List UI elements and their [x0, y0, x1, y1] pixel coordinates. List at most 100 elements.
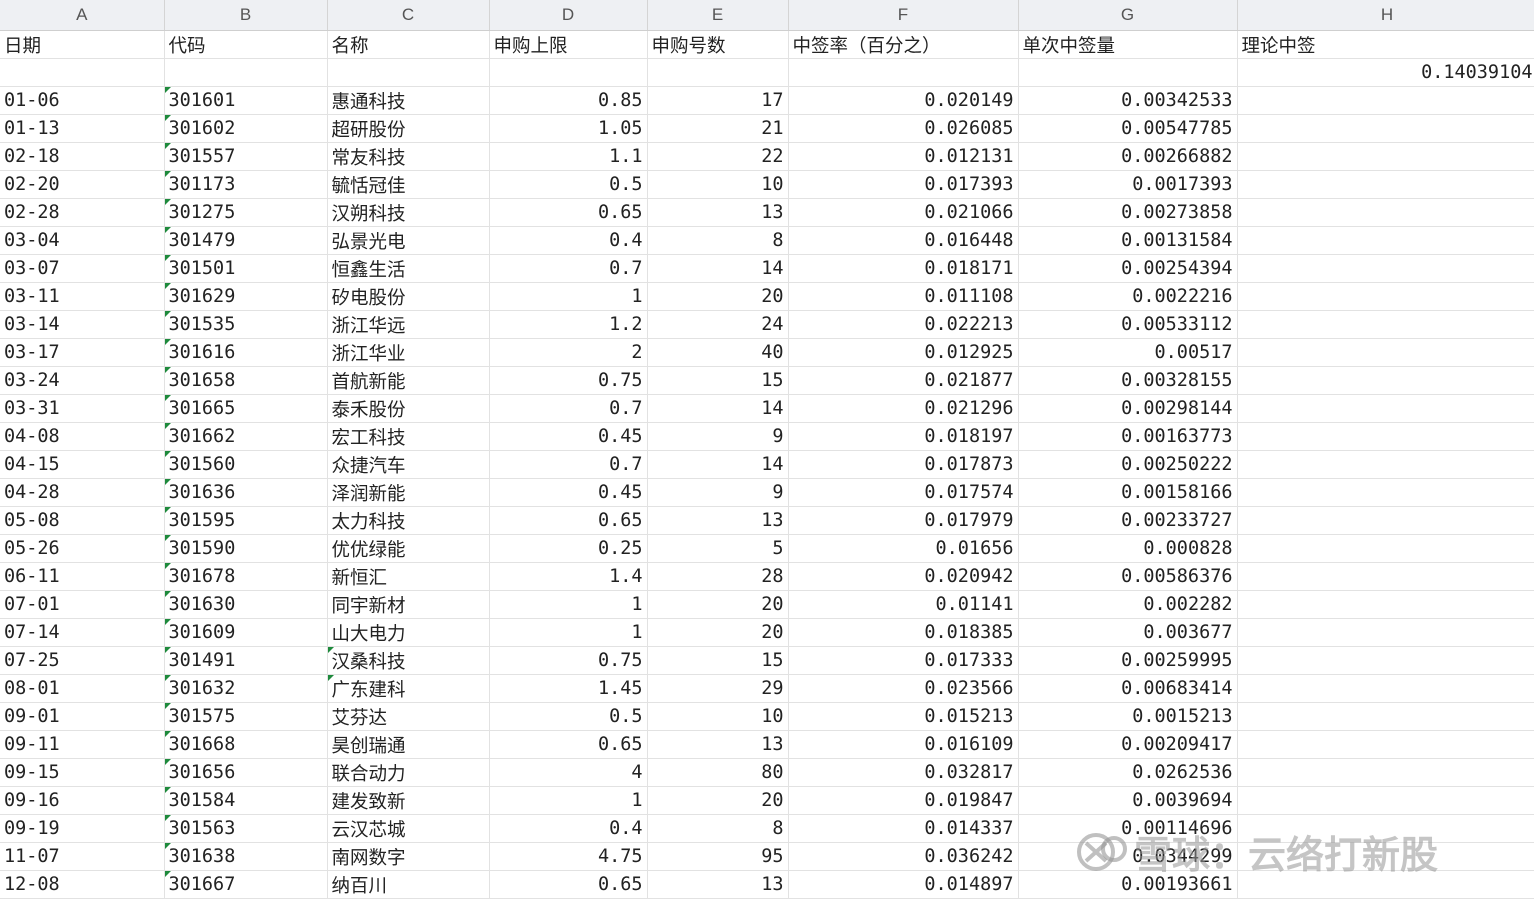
cell-rate[interactable]: 0.018385 [788, 618, 1019, 647]
cell-limit[interactable]: 1 [489, 590, 648, 619]
cell-rate[interactable]: 0.036242 [788, 842, 1019, 871]
cell-single[interactable]: 0.00273858 [1018, 198, 1238, 227]
cell-date[interactable]: 07-25 [0, 646, 165, 675]
cell-limit[interactable]: 0.7 [489, 394, 648, 423]
cell-limit[interactable]: 1 [489, 618, 648, 647]
cell-count[interactable]: 8 [647, 814, 789, 843]
cell-limit[interactable]: 0.75 [489, 646, 648, 675]
cell-code[interactable]: 301595 [164, 506, 328, 535]
cell-code[interactable]: 301557 [164, 142, 328, 171]
cell-limit[interactable]: 2 [489, 338, 648, 367]
cell-limit[interactable]: 0.45 [489, 422, 648, 451]
cell-single[interactable]: 0.003677 [1018, 618, 1238, 647]
cell-date[interactable]: 01-13 [0, 114, 165, 143]
cell-code[interactable]: 301668 [164, 730, 328, 759]
cell-rate[interactable]: 0.01141 [788, 590, 1019, 619]
cell-name[interactable]: 超研股份 [327, 114, 490, 143]
cell-single[interactable]: 0.00517 [1018, 338, 1238, 367]
cell-rate[interactable]: 0.017393 [788, 170, 1019, 199]
cell-code[interactable]: 301560 [164, 450, 328, 479]
cell-empty[interactable] [788, 58, 1019, 87]
cell-code[interactable]: 301658 [164, 366, 328, 395]
cell-limit[interactable]: 0.5 [489, 702, 648, 731]
cell-count[interactable]: 95 [647, 842, 789, 871]
cell-theory[interactable] [1237, 282, 1534, 311]
cell-name[interactable]: 广东建科 [327, 674, 490, 703]
cell-rate[interactable]: 0.021066 [788, 198, 1019, 227]
cell-single[interactable]: 0.00298144 [1018, 394, 1238, 423]
cell-header-rate[interactable]: 中签率（百分之） [788, 30, 1019, 59]
cell-code[interactable]: 301629 [164, 282, 328, 311]
cell-date[interactable]: 03-11 [0, 282, 165, 311]
cell-code[interactable]: 301638 [164, 842, 328, 871]
cell-limit[interactable]: 0.7 [489, 254, 648, 283]
cell-name[interactable]: 太力科技 [327, 506, 490, 535]
cell-limit[interactable]: 0.65 [489, 870, 648, 899]
cell-code[interactable]: 301491 [164, 646, 328, 675]
column-header-b[interactable]: B [164, 0, 328, 31]
cell-theory[interactable] [1237, 646, 1534, 675]
cell-rate[interactable]: 0.017574 [788, 478, 1019, 507]
cell-count[interactable]: 5 [647, 534, 789, 563]
column-header-g[interactable]: G [1018, 0, 1238, 31]
cell-name[interactable]: 常友科技 [327, 142, 490, 171]
cell-theory[interactable] [1237, 758, 1534, 787]
cell-limit[interactable]: 0.7 [489, 450, 648, 479]
cell-header-name[interactable]: 名称 [327, 30, 490, 59]
cell-count[interactable]: 21 [647, 114, 789, 143]
cell-name[interactable]: 泽润新能 [327, 478, 490, 507]
cell-single[interactable]: 0.00233727 [1018, 506, 1238, 535]
cell-rate[interactable]: 0.023566 [788, 674, 1019, 703]
cell-rate[interactable]: 0.015213 [788, 702, 1019, 731]
cell-single[interactable]: 0.00193661 [1018, 870, 1238, 899]
cell-rate[interactable]: 0.032817 [788, 758, 1019, 787]
cell-name[interactable]: 浙江华业 [327, 338, 490, 367]
cell-limit[interactable]: 0.5 [489, 170, 648, 199]
cell-code[interactable]: 301501 [164, 254, 328, 283]
cell-count[interactable]: 14 [647, 450, 789, 479]
cell-count[interactable]: 9 [647, 422, 789, 451]
cell-single[interactable]: 0.00259995 [1018, 646, 1238, 675]
cell-limit[interactable]: 1 [489, 786, 648, 815]
cell-date[interactable]: 03-17 [0, 338, 165, 367]
cell-name[interactable]: 艾芬达 [327, 702, 490, 731]
cell-date[interactable]: 05-26 [0, 534, 165, 563]
cell-single[interactable]: 0.00547785 [1018, 114, 1238, 143]
cell-rate[interactable]: 0.021877 [788, 366, 1019, 395]
cell-limit[interactable]: 0.65 [489, 506, 648, 535]
cell-date[interactable]: 09-16 [0, 786, 165, 815]
cell-single[interactable]: 0.00342533 [1018, 86, 1238, 115]
cell-single[interactable]: 0.00163773 [1018, 422, 1238, 451]
cell-limit[interactable]: 0.65 [489, 198, 648, 227]
cell-rate[interactable]: 0.017873 [788, 450, 1019, 479]
cell-empty[interactable] [489, 58, 648, 87]
cell-date[interactable]: 08-01 [0, 674, 165, 703]
cell-date[interactable]: 04-28 [0, 478, 165, 507]
cell-name[interactable]: 南网数字 [327, 842, 490, 871]
cell-limit[interactable]: 1.05 [489, 114, 648, 143]
cell-single[interactable]: 0.0262536 [1018, 758, 1238, 787]
cell-theory[interactable] [1237, 786, 1534, 815]
cell-name[interactable]: 弘景光电 [327, 226, 490, 255]
cell-limit[interactable]: 1.1 [489, 142, 648, 171]
cell-empty[interactable] [164, 58, 328, 87]
cell-name[interactable]: 众捷汽车 [327, 450, 490, 479]
cell-single[interactable]: 0.00586376 [1018, 562, 1238, 591]
cell-single[interactable]: 0.000828 [1018, 534, 1238, 563]
cell-limit[interactable]: 1 [489, 282, 648, 311]
cell-rate[interactable]: 0.016109 [788, 730, 1019, 759]
cell-code[interactable]: 301602 [164, 114, 328, 143]
cell-theory[interactable] [1237, 142, 1534, 171]
cell-count[interactable]: 20 [647, 786, 789, 815]
cell-date[interactable]: 02-18 [0, 142, 165, 171]
cell-theory[interactable] [1237, 702, 1534, 731]
cell-rate[interactable]: 0.012131 [788, 142, 1019, 171]
cell-rate[interactable]: 0.018171 [788, 254, 1019, 283]
cell-theory[interactable] [1237, 618, 1534, 647]
cell-count[interactable]: 9 [647, 478, 789, 507]
cell-name[interactable]: 浙江华远 [327, 310, 490, 339]
cell-count[interactable]: 13 [647, 198, 789, 227]
cell-date[interactable]: 02-28 [0, 198, 165, 227]
cell-count[interactable]: 14 [647, 254, 789, 283]
cell-code[interactable]: 301584 [164, 786, 328, 815]
